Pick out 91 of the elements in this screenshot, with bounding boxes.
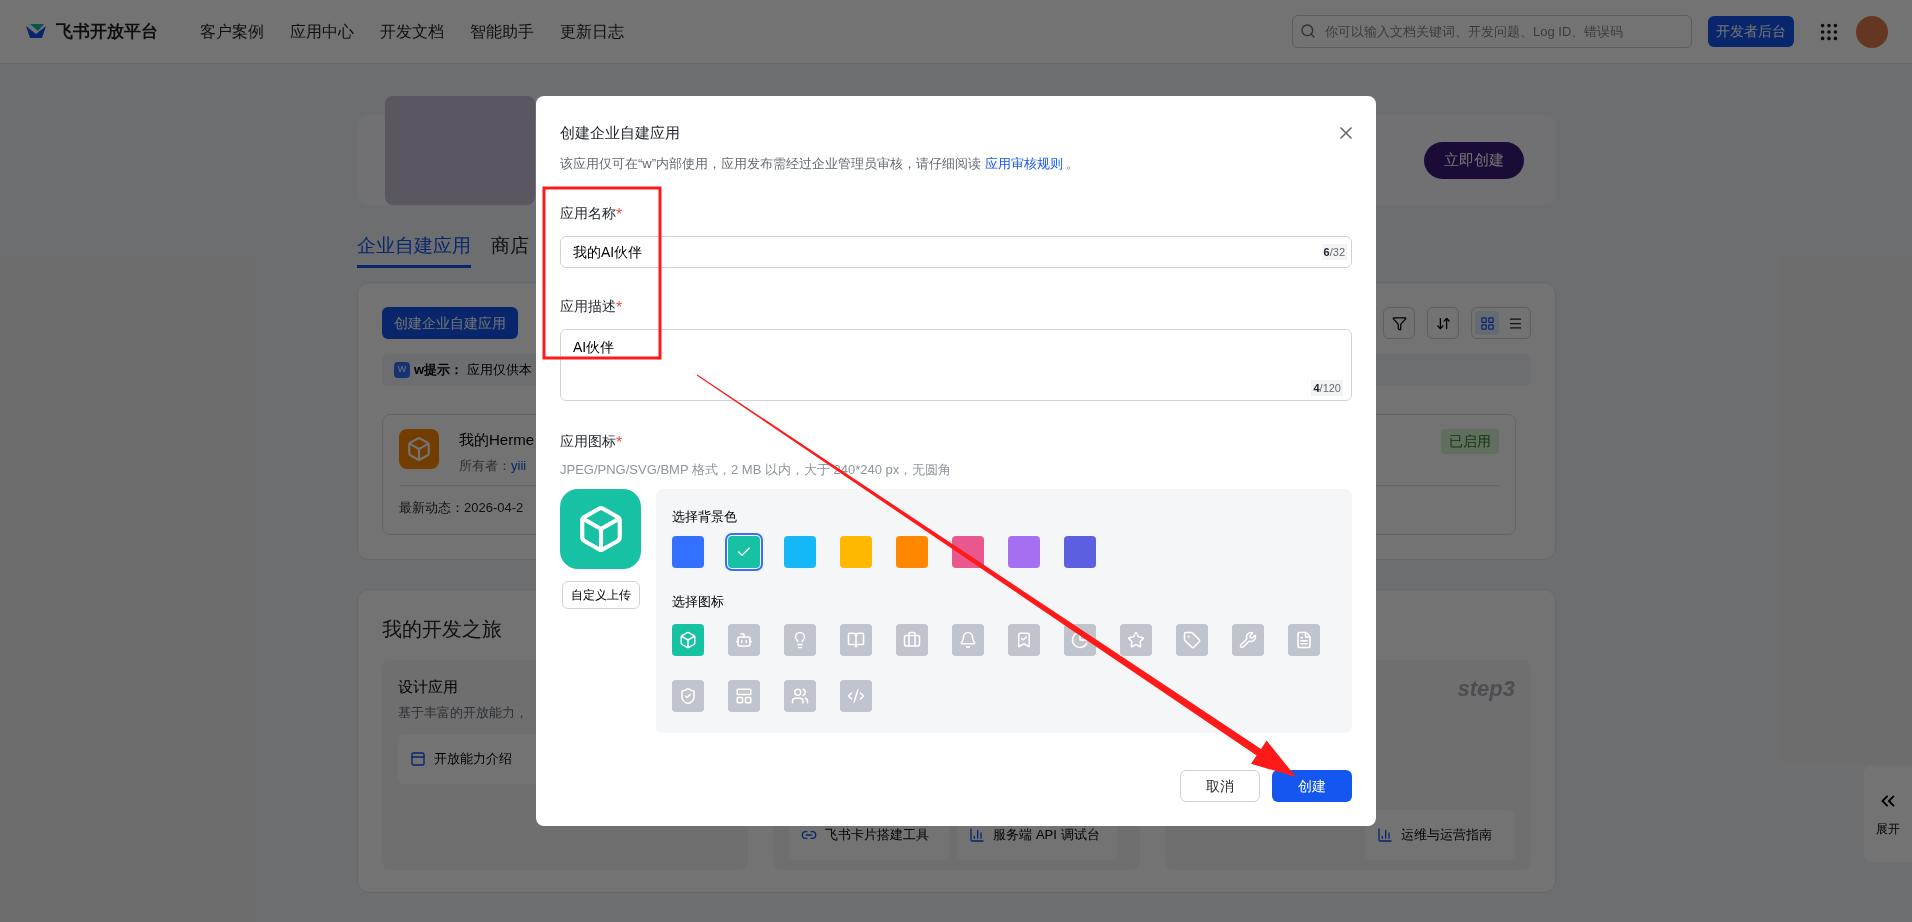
bell-icon: [959, 630, 977, 649]
description-field[interactable]: AI伙伴 4/120: [560, 329, 1352, 401]
star-icon: [1127, 630, 1145, 649]
name-field[interactable]: 我的AI伙伴 6/32: [560, 236, 1352, 268]
status-badge: 已启用: [1441, 429, 1499, 454]
panel-icon: [410, 751, 426, 767]
char-counter: 4/120: [1311, 379, 1343, 396]
icon-option[interactable]: [1008, 623, 1040, 656]
required-mark: *: [616, 205, 623, 225]
icon-option[interactable]: [728, 623, 760, 656]
icon-option[interactable]: [896, 623, 928, 656]
sort-button[interactable]: [1427, 307, 1459, 339]
upload-button[interactable]: 自定义上传: [561, 580, 640, 609]
tab[interactable]: 企业自建应用: [357, 232, 471, 268]
color-swatch[interactable]: [672, 536, 704, 568]
required-mark: *: [616, 433, 623, 453]
nav-link[interactable]: 客户案例: [200, 19, 264, 44]
icon-option[interactable]: [1232, 623, 1264, 656]
field-label: 应用图标: [560, 432, 616, 451]
icon-option[interactable]: [672, 623, 704, 656]
icon-option[interactable]: [1120, 623, 1152, 656]
icon-option[interactable]: [840, 623, 872, 656]
search-icon: [1300, 23, 1316, 39]
side-tab-label: 展开: [1876, 820, 1900, 838]
nav-link[interactable]: 应用中心: [290, 19, 354, 44]
people-icon: [791, 686, 809, 705]
wrench-icon: [1239, 630, 1257, 649]
bar-chart-icon: [1377, 827, 1393, 843]
document-icon: [1295, 630, 1313, 649]
icon-option[interactable]: [784, 623, 816, 656]
icon-option[interactable]: [1176, 623, 1208, 656]
cube-icon: [679, 630, 697, 649]
avatar[interactable]: [1856, 15, 1888, 48]
nav-link[interactable]: 更新日志: [560, 19, 624, 44]
journey-title: 我的开发之旅: [382, 617, 502, 642]
cube-icon: [406, 436, 432, 462]
book-icon: [847, 630, 865, 649]
shield-icon: [679, 686, 697, 705]
grid-view-button[interactable]: [1475, 311, 1499, 335]
nav-link[interactable]: 智能助手: [470, 19, 534, 44]
icon-option[interactable]: [840, 679, 872, 712]
layout-icon: [735, 686, 753, 705]
field-label: 应用描述: [560, 297, 616, 316]
nav-link[interactable]: 开发文档: [380, 19, 444, 44]
owner-link[interactable]: yiii: [511, 455, 527, 475]
cancel-button[interactable]: 取消: [1180, 770, 1260, 802]
color-swatch[interactable]: [1008, 536, 1040, 568]
briefcase-icon: [903, 630, 921, 649]
color-swatch[interactable]: [1064, 536, 1096, 568]
create-app-button[interactable]: 创建企业自建应用: [382, 307, 518, 339]
tip-text: 应用仅供本: [467, 361, 533, 380]
sort-icon: [1435, 315, 1451, 331]
tag-icon: [1183, 630, 1201, 649]
filter-button[interactable]: [1383, 307, 1415, 339]
dialog-notice: 该应用仅可在“w”内部使用，应用发布需经过企业管理员审核，请仔细阅读 应用审核规则 。: [560, 154, 1081, 173]
color-swatch[interactable]: [784, 536, 816, 568]
console-button[interactable]: 开发者后台: [1708, 16, 1794, 47]
icon-option[interactable]: [1288, 623, 1320, 656]
resource-link[interactable]: 运维与运营指南: [1365, 810, 1515, 860]
list-icon: [1507, 315, 1523, 331]
code-icon: [847, 686, 865, 705]
step-title: 设计应用: [398, 677, 458, 697]
color-swatch[interactable]: [896, 536, 928, 568]
section-title: 选择图标: [672, 593, 725, 611]
required-mark: *: [616, 298, 623, 318]
create-now-button[interactable]: 立即创建: [1424, 141, 1524, 179]
expand-side-tab[interactable]: 展开: [1864, 765, 1912, 862]
tip-label: w提示：: [414, 361, 464, 380]
color-swatch[interactable]: [728, 536, 760, 568]
robot-icon: [735, 630, 753, 649]
filter-icon: [1391, 315, 1407, 331]
icon-option[interactable]: [728, 679, 760, 712]
app-name: 我的Herme: [459, 430, 534, 450]
char-counter: 6/32: [1321, 243, 1347, 261]
create-button[interactable]: 创建: [1272, 770, 1352, 802]
grid-icon: [1479, 315, 1495, 331]
dialog-title: 创建企业自建应用: [560, 123, 680, 143]
icon-option[interactable]: [784, 679, 816, 712]
bookmark-icon: [1015, 630, 1033, 649]
color-swatch[interactable]: [840, 536, 872, 568]
icon-option[interactable]: [952, 623, 984, 656]
tip-badge: W: [394, 362, 410, 378]
bar-chart-icon: [969, 827, 986, 843]
owner-label: 所有者：: [459, 456, 511, 475]
review-rules-link[interactable]: 应用审核规则: [984, 155, 1063, 171]
icon-option[interactable]: [672, 679, 704, 712]
logo-text: 飞书开放平台: [56, 20, 158, 43]
app-activity: 最新动态：2026-04-2: [399, 499, 524, 517]
tab[interactable]: 商店: [491, 232, 529, 265]
section-title: 选择背景色: [672, 507, 738, 526]
field-label: 应用名称: [560, 204, 616, 223]
